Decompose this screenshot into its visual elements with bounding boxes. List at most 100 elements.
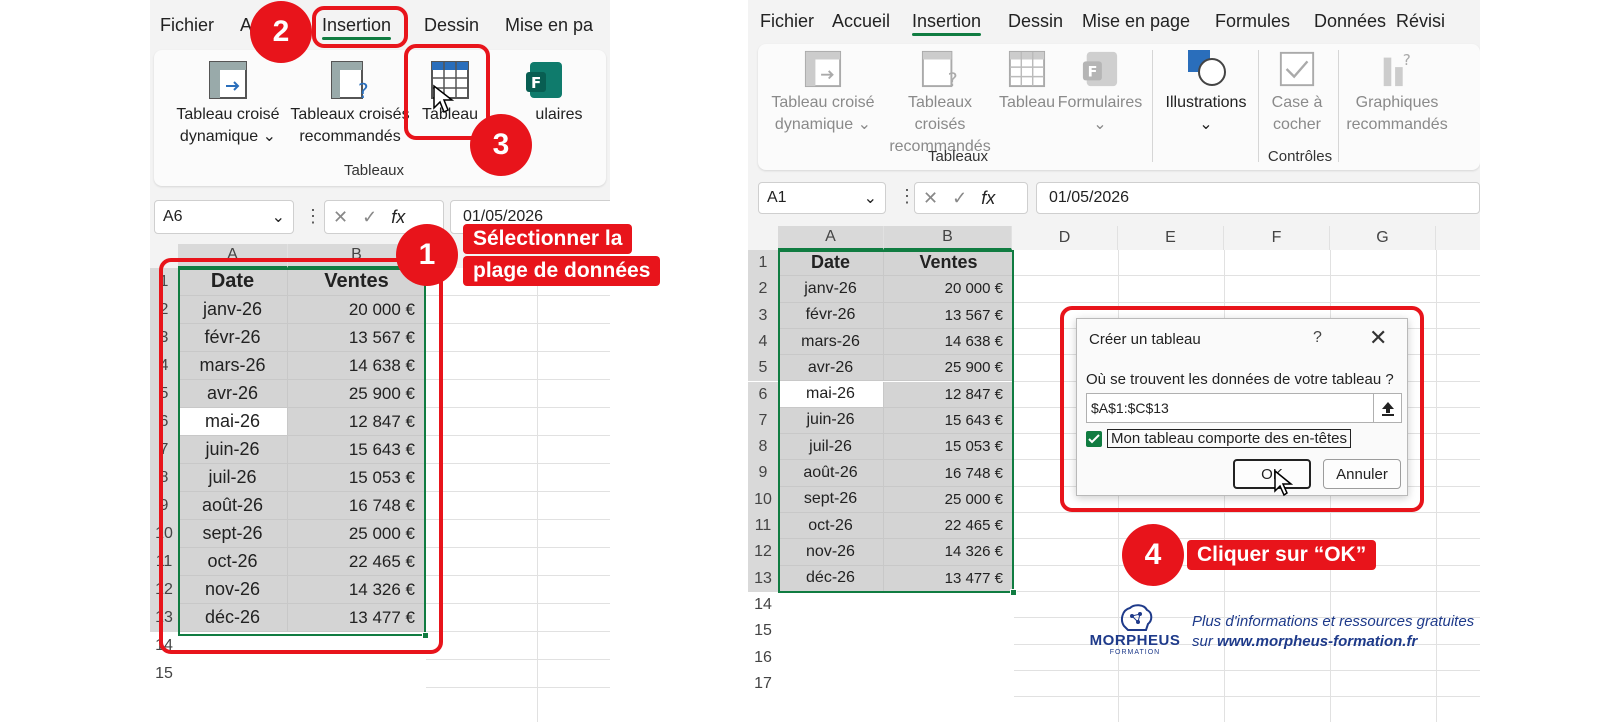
svg-text:F: F [531, 74, 541, 92]
row-header[interactable]: 2 [748, 276, 778, 303]
recommended-pivot-label: Tableaux croisés [290, 106, 410, 123]
chevron-down-icon: ⌄ [271, 209, 285, 226]
row-header[interactable]: 13 [748, 565, 778, 592]
pivot-table-button[interactable]: Tableau croisé dynamique ⌄ [764, 50, 882, 136]
step-badge-1: 1 [396, 224, 458, 286]
footer-line1: Plus d'informations et ressources gratui… [1192, 613, 1475, 630]
menu-dessin[interactable]: Dessin [1008, 11, 1063, 32]
menu-donnees[interactable]: Données [1314, 11, 1386, 32]
step1-label-line2: plage de données [463, 256, 661, 286]
recommended-pivot-button[interactable]: ? Tableaux croisés recommandés [882, 50, 998, 158]
row-header[interactable]: 1 [748, 250, 778, 277]
grid-line [1014, 669, 1480, 671]
menu-mise-en-page[interactable]: Mise en page [1082, 11, 1190, 32]
name-box[interactable]: A1 ⌄ [758, 182, 886, 214]
row-header[interactable]: 3 [748, 302, 778, 329]
grid-line [426, 351, 610, 352]
name-box[interactable]: A6 ⌄ [154, 200, 294, 234]
function-icon[interactable]: fx [391, 207, 405, 228]
row-header[interactable]: 7 [748, 407, 778, 435]
row-header[interactable]: 15 [150, 660, 178, 688]
illustrations-label: Illustrations [1165, 94, 1247, 111]
row-header[interactable]: 10 [748, 486, 778, 513]
row-header[interactable]: 5 [748, 355, 778, 382]
menu-formules[interactable]: Formules [1215, 11, 1290, 32]
column-header-a[interactable]: A [778, 226, 884, 250]
grid-line [1014, 696, 1480, 698]
menu-revision[interactable]: Révisi [1396, 11, 1445, 32]
menu-mise-en-page[interactable]: Mise en pa [505, 15, 593, 36]
pivot-table-button[interactable]: Tableau croisé dynamique ⌄ [168, 60, 288, 148]
left-ribbon: Tableau croisé dynamique ⌄ ? Tableaux cr… [154, 50, 606, 186]
chevron-down-icon: ⌄ [857, 116, 872, 133]
row-header[interactable]: 12 [748, 539, 778, 566]
pivot-table-icon [209, 61, 247, 99]
tables-group-label: Tableaux [343, 162, 405, 179]
row-header[interactable]: 4 [748, 328, 778, 356]
menu-fichier[interactable]: Fichier [760, 11, 814, 32]
pivot-table-icon [804, 50, 842, 88]
confirm-icon[interactable]: ✓ [952, 188, 967, 209]
row-header[interactable]: 15 [748, 618, 778, 644]
row-header[interactable]: 8 [748, 434, 778, 461]
fill-handle[interactable] [1010, 589, 1017, 596]
column-header-e[interactable]: E [1118, 226, 1224, 250]
morpheus-logo-icon [1121, 604, 1153, 631]
column-header-d[interactable]: D [1012, 226, 1118, 250]
forms-button[interactable]: F Formulaires ⌄ [1056, 50, 1144, 136]
grid-line [1014, 590, 1480, 592]
recommended-pivot-button[interactable]: ? Tableaux croisés recommandés [290, 60, 410, 148]
svg-text:?: ? [1403, 51, 1411, 69]
pivot-table-label: Tableau croisé [771, 94, 875, 111]
cancel-icon[interactable]: ✕ [923, 188, 938, 209]
name-box-value: A1 [767, 189, 787, 206]
footer-link[interactable]: www.morpheus-formation.fr [1217, 633, 1417, 650]
more-options-icon[interactable]: ⋮ [304, 206, 322, 227]
callout-box-insertion [312, 6, 408, 48]
morpheus-logo-subtext: FORMATION [1109, 649, 1161, 656]
row-header[interactable]: 6 [748, 381, 778, 408]
pivot-table-label-2: dynamique [179, 128, 259, 145]
menu-dessin[interactable]: Dessin [424, 15, 479, 36]
function-icon[interactable]: fx [981, 188, 995, 209]
confirm-icon[interactable]: ✓ [362, 207, 377, 228]
grid-line [1014, 275, 1480, 277]
grid-line [426, 659, 610, 660]
cancel-icon[interactable]: ✕ [333, 207, 348, 228]
pivot-table-label-2: dynamique [774, 116, 854, 133]
tables-group-label: Tableaux [927, 148, 989, 165]
formula-controls: ✕ ✓ fx [914, 182, 1028, 214]
svg-text:F: F [1088, 65, 1098, 81]
table-button[interactable]: Tableau [998, 50, 1056, 114]
grid-line [426, 407, 610, 408]
checkbox-button[interactable]: Case à cocher [1262, 50, 1332, 136]
chart-icon: ? [1383, 51, 1411, 87]
right-ribbon: Tableau croisé dynamique ⌄ ? Tableaux cr… [758, 44, 1480, 170]
forms-icon: F [526, 62, 562, 98]
left-excel-panel: Fichier A Insertion Dessin Mise en pa Ta… [150, 0, 610, 722]
formula-bar-input[interactable]: 01/05/2026 [1036, 182, 1480, 214]
chevron-down-icon: ⌄ [262, 128, 277, 145]
grid-line [426, 603, 610, 604]
forms-label: Formulaires [1057, 94, 1143, 111]
recommended-charts-button[interactable]: ? Graphiques recommandés [1342, 50, 1452, 136]
row-header[interactable]: 17 [748, 671, 778, 697]
row-header[interactable]: 9 [748, 460, 778, 487]
checkbox-label: Case à [1271, 94, 1323, 111]
grid-line [426, 323, 610, 324]
illustrations-button[interactable]: Illustrations ⌄ [1158, 48, 1254, 136]
step4-label: Cliquer sur “OK” [1187, 540, 1377, 570]
recommended-pivot-icon: ? [921, 50, 958, 88]
forms-label: ulaires [535, 106, 583, 123]
grid-line [426, 491, 610, 492]
row-header[interactable]: 14 [748, 592, 778, 618]
menu-insertion[interactable]: Insertion [912, 11, 982, 36]
row-header[interactable]: 11 [748, 513, 778, 540]
column-header-f[interactable]: F [1224, 226, 1330, 250]
column-header-b[interactable]: B [884, 226, 1012, 250]
row-header[interactable]: 16 [748, 645, 778, 671]
menu-accueil[interactable]: Accueil [832, 11, 890, 32]
chevron-down-icon: ⌄ [863, 190, 877, 207]
menu-fichier[interactable]: Fichier [160, 15, 214, 36]
column-header-g[interactable]: G [1330, 226, 1436, 250]
